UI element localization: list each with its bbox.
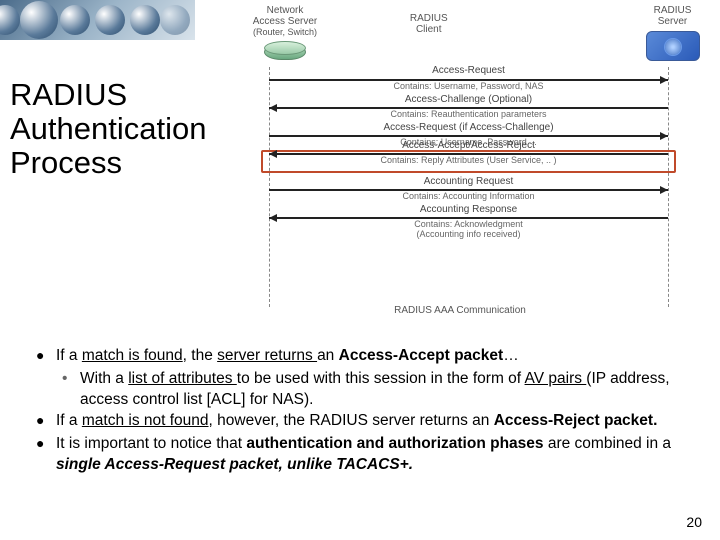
arrow-left-icon: [269, 107, 668, 109]
body-bullets: If a match is found, the server returns …: [30, 346, 690, 478]
arrow-right-icon: [269, 79, 668, 81]
arrow-right-icon: [269, 189, 668, 191]
page-number: 20: [686, 514, 702, 530]
lifeline-server: [668, 67, 669, 307]
bullet-item: If a match is not found, however, the RA…: [30, 411, 690, 432]
arrow-left-icon: [269, 217, 668, 219]
highlighted-message: Access-Accept/Access-Reject Contains: Re…: [261, 150, 676, 173]
sequence-diagram: Network Access Server (Router, Switch) R…: [210, 5, 710, 75]
server-icon: [646, 31, 700, 61]
bullet-item: If a match is found, the server returns …: [30, 346, 690, 367]
client-label: RADIUSClient: [360, 5, 498, 35]
endpoint-server: RADIUS Server: [635, 5, 710, 61]
arrow-right-icon: [269, 135, 668, 137]
page-title: RADIUS Authentication Process: [10, 78, 210, 180]
endpoint-client: Network Access Server (Router, Switch): [210, 5, 360, 63]
arrow-left-icon: [269, 153, 668, 155]
router-icon: [264, 41, 306, 63]
sub-bullet-item: With a list of attributes to be used wit…: [30, 369, 690, 411]
diagram-caption: RADIUS AAA Communication: [210, 305, 710, 316]
message-list: Access-Request Contains: Username, Passw…: [269, 67, 668, 242]
bullet-item: It is important to notice that authentic…: [30, 434, 690, 476]
decorative-header: [0, 0, 195, 40]
